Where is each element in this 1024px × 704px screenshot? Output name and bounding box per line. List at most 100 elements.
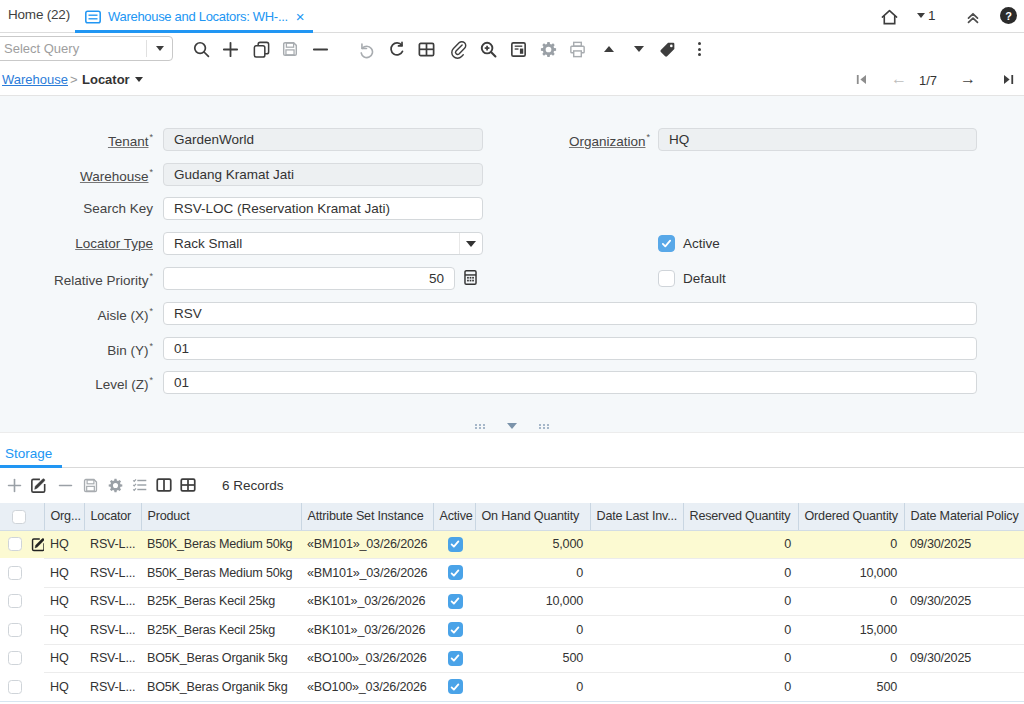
active-cell-checkbox[interactable] — [448, 622, 463, 637]
locator-type-label: Locator Type — [3, 236, 153, 251]
default-checkbox-row: Default — [658, 270, 726, 287]
delete-icon[interactable] — [309, 38, 331, 60]
col-org[interactable]: Org... — [44, 503, 84, 530]
detail-save-icon[interactable] — [80, 475, 100, 495]
level-field[interactable]: 01 — [163, 371, 977, 394]
settings-gear-icon[interactable] — [537, 38, 559, 60]
organization-field: HQ — [658, 128, 977, 151]
detail-new-icon[interactable] — [4, 475, 24, 495]
grid-toggle-icon[interactable] — [415, 38, 437, 60]
col-attribute-set-instance[interactable]: Attribute Set Instance — [301, 503, 433, 530]
search-key-field[interactable]: RSV-LOC (Reservation Kramat Jati) — [163, 197, 483, 220]
next-record-icon[interactable]: → — [958, 69, 978, 89]
window-icon — [84, 8, 102, 26]
refresh-icon[interactable] — [385, 38, 407, 60]
table-row[interactable]: HQ RSV-L... B50K_Beras Medium 50kg «BM10… — [0, 530, 1024, 559]
row-checkbox[interactable] — [8, 566, 22, 580]
detail-toolbar: 6 Records — [0, 468, 1024, 503]
tab-storage[interactable]: Storage — [5, 446, 52, 461]
help-icon[interactable]: ? — [1000, 7, 1017, 24]
row-checkbox[interactable] — [8, 680, 22, 694]
detail-split-view-icon[interactable] — [154, 475, 174, 495]
tab-home[interactable]: Home (22) — [8, 7, 70, 22]
aisle-field[interactable]: RSV — [163, 302, 977, 325]
col-date-material-policy[interactable]: Date Material Policy — [904, 503, 1024, 530]
active-cell-checkbox[interactable] — [448, 651, 463, 666]
print-icon[interactable] — [566, 38, 588, 60]
table-row[interactable]: HQ RSV-L... B50K_Beras Medium 50kg «BM10… — [0, 559, 1024, 588]
parent-record-icon[interactable] — [598, 38, 620, 60]
new-record-icon[interactable] — [219, 38, 241, 60]
breadcrumb-locator[interactable]: Locator — [82, 72, 143, 87]
select-query-combobox[interactable]: Select Query — [0, 36, 173, 61]
more-menu-icon[interactable] — [688, 38, 710, 60]
col-on-hand-quantity[interactable]: On Hand Quantity — [475, 503, 590, 530]
row-edit-icon[interactable] — [30, 536, 44, 553]
home-icon[interactable] — [879, 7, 899, 27]
tab-warehouse-locators[interactable]: Warehouse and Locators: WH-... × — [75, 0, 313, 33]
row-checkbox[interactable] — [8, 594, 22, 608]
dropdown-icon[interactable] — [459, 233, 482, 254]
default-checkbox[interactable] — [658, 270, 675, 287]
find-icon[interactable] — [190, 38, 212, 60]
copy-record-icon[interactable] — [250, 38, 272, 60]
storage-grid: Org... Locator Product Attribute Set Ins… — [0, 503, 1024, 702]
col-date-last-inv[interactable]: Date Last Inv... — [590, 503, 683, 530]
bin-field[interactable]: 01 — [163, 337, 977, 360]
detail-delete-icon[interactable] — [55, 475, 75, 495]
active-cell-checkbox[interactable] — [448, 679, 463, 694]
col-reserved-quantity[interactable]: Reserved Quantity — [683, 503, 798, 530]
locator-form: Tenant* GardenWorld Organization* HQ War… — [0, 96, 1024, 433]
breadcrumb-warehouse[interactable]: Warehouse — [2, 72, 68, 87]
header-row: Org... Locator Product Attribute Set Ins… — [0, 503, 1024, 530]
select-all-checkbox[interactable] — [12, 510, 26, 524]
row-checkbox[interactable] — [8, 623, 22, 637]
splitter-dots-icon — [475, 424, 477, 426]
window-count: 1 — [928, 8, 936, 23]
report-icon[interactable] — [507, 38, 529, 60]
tenant-label: Tenant* — [3, 132, 153, 149]
warehouse-label: Warehouse* — [3, 167, 153, 184]
window-nav-dropdown[interactable]: 1 — [917, 8, 936, 23]
last-record-icon[interactable] — [998, 69, 1018, 89]
attachment-icon[interactable] — [447, 38, 469, 60]
record-count: 6 Records — [222, 478, 284, 493]
row-checkbox[interactable] — [8, 537, 22, 551]
detail-select-columns-icon[interactable] — [130, 475, 150, 495]
table-row[interactable]: HQ RSV-L... BO5K_Beras Organik 5kg «BO10… — [0, 673, 1024, 702]
zoom-icon[interactable] — [477, 38, 499, 60]
locator-type-select[interactable]: Rack Small — [163, 232, 483, 255]
table-row[interactable]: HQ RSV-L... B25K_Beras Kecil 25kg «BK101… — [0, 587, 1024, 616]
col-product[interactable]: Product — [141, 503, 301, 530]
first-record-icon[interactable] — [851, 69, 871, 89]
col-ordered-quantity[interactable]: Ordered Quantity — [798, 503, 904, 530]
level-label: Level (Z)* — [3, 375, 153, 392]
relative-priority-field[interactable]: 50 — [163, 267, 455, 290]
calculator-icon[interactable] — [462, 269, 479, 286]
tab-label: Warehouse and Locators: WH-... — [108, 9, 288, 24]
detail-grid-view-icon[interactable] — [178, 475, 198, 495]
detail-edit-icon[interactable] — [28, 475, 48, 495]
active-cell-checkbox[interactable] — [448, 565, 463, 580]
table-row[interactable]: HQ RSV-L... B25K_Beras Kecil 25kg «BK101… — [0, 616, 1024, 645]
splitter-handle[interactable] — [0, 422, 1024, 430]
bin-label: Bin (Y)* — [3, 341, 153, 358]
active-cell-checkbox[interactable] — [448, 594, 463, 609]
active-cell-checkbox[interactable] — [448, 537, 463, 552]
undo-icon[interactable] — [355, 38, 377, 60]
active-label: Active — [683, 236, 720, 251]
row-checkbox[interactable] — [8, 651, 22, 665]
select-query-dropdown-icon[interactable] — [147, 46, 172, 51]
col-active[interactable]: Active — [433, 503, 475, 530]
detail-customize-icon[interactable] — [105, 475, 125, 495]
detail-record-icon[interactable] — [628, 38, 650, 60]
previous-record-icon[interactable]: ← — [889, 69, 909, 89]
label-tag-icon[interactable] — [656, 38, 678, 60]
collapse-all-icon[interactable] — [963, 7, 983, 27]
save-icon[interactable] — [279, 38, 301, 60]
col-locator[interactable]: Locator — [84, 503, 141, 530]
tab-close-icon[interactable]: × — [296, 8, 304, 25]
active-checkbox[interactable] — [658, 235, 675, 252]
splitter-collapse-icon[interactable] — [507, 423, 517, 429]
table-row[interactable]: HQ RSV-L... BO5K_Beras Organik 5kg «BO10… — [0, 644, 1024, 673]
